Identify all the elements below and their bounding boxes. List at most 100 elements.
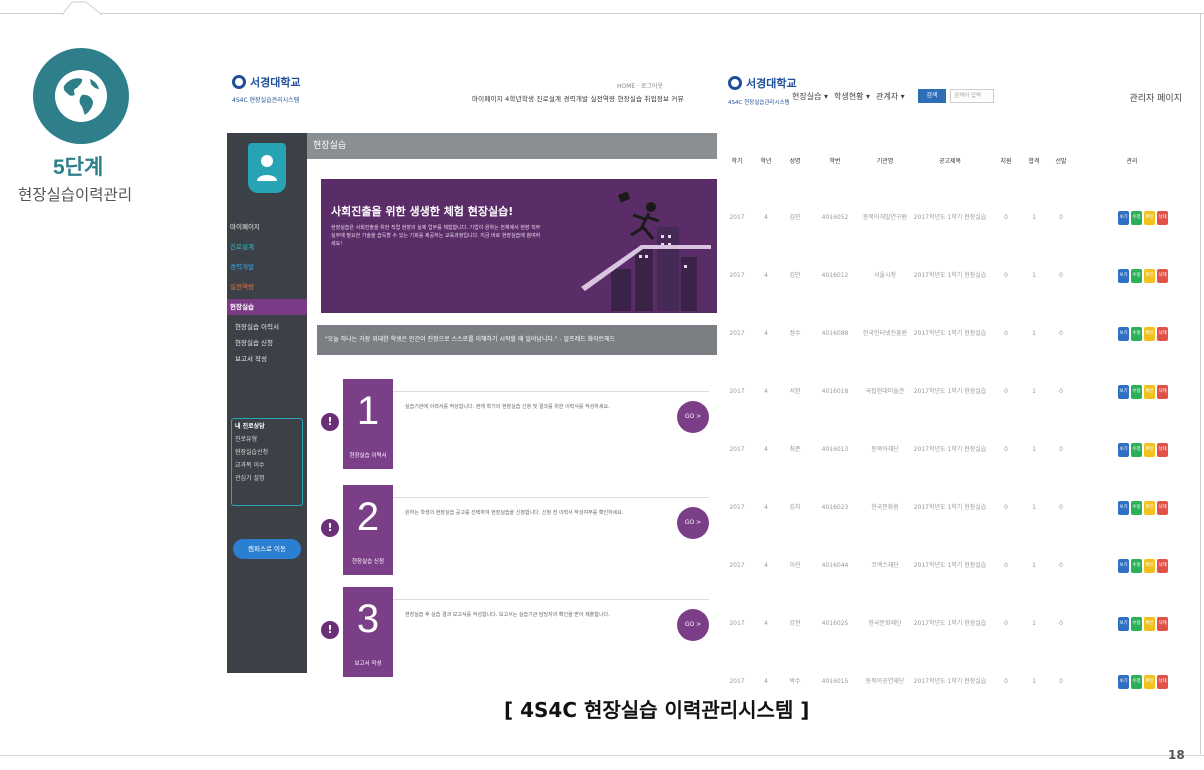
sidebar-item-career-design[interactable]: 진로설계	[227, 239, 307, 255]
table-row[interactable]: 2017 4 이진 4016044 코엑스재단 2017학년도 1학기 현장실습 0 1 0 보기…	[722, 539, 1188, 593]
step-number: 3	[356, 597, 380, 641]
row-action-button[interactable]: 확인	[1144, 617, 1155, 631]
table-cell: 동북아개발연구원	[862, 214, 908, 221]
sidebar-item-career-dev[interactable]: 경력개발	[227, 259, 307, 275]
row-action-button[interactable]: 삭제	[1157, 327, 1168, 341]
sidebar-subitem-apply[interactable]: 현장실습 신청	[227, 335, 307, 351]
row-action-button[interactable]: 보기	[1118, 211, 1129, 225]
row-action-button[interactable]: 확인	[1144, 327, 1155, 341]
row-action-button[interactable]: 삭제	[1157, 675, 1168, 689]
row-action-button[interactable]: 확인	[1144, 269, 1155, 283]
row-action-button[interactable]: 보기	[1118, 675, 1129, 689]
table-row[interactable]: 2017 4 김민 4016012 서울시청 2017학년도 1학기 현장실습 0 1 0 보기 수…	[722, 249, 1188, 303]
row-action-button[interactable]: 보기	[1118, 385, 1129, 399]
go-button[interactable]: GO >	[677, 507, 709, 539]
sidebar-item-mypage[interactable]: 마이페이지	[227, 219, 307, 235]
table-cell: 0	[1004, 272, 1008, 279]
table-row[interactable]: 2017 4 최준 4016013 동북아재단 2017학년도 1학기 현장실습 0 1 0 보기…	[722, 423, 1188, 477]
row-action-button[interactable]: 보기	[1118, 617, 1129, 631]
table-cell: 4016018	[821, 388, 849, 395]
sidebar-item-field-practice[interactable]: 현장실습	[227, 299, 307, 315]
sidebar-item-practical[interactable]: 실전역량	[227, 279, 307, 295]
row-action-button[interactable]: 삭제	[1157, 501, 1168, 515]
row-action-button[interactable]: 삭제	[1157, 269, 1168, 283]
table-cell: 0	[1059, 214, 1063, 221]
go-button[interactable]: GO >	[677, 401, 709, 433]
search-input[interactable]: 검색어 입력	[950, 89, 994, 103]
row-action-button[interactable]: 삭제	[1157, 443, 1168, 457]
table-cell: 2017	[729, 504, 745, 511]
row-action-button[interactable]: 보기	[1118, 559, 1129, 573]
sidebar-subitem-report[interactable]: 보고서 작성	[227, 351, 307, 367]
slide-bottom-border	[0, 755, 1204, 756]
table-cell: 4016025	[821, 620, 849, 627]
row-action-button[interactable]: 수정	[1131, 559, 1142, 573]
table-cell: 1	[1032, 388, 1036, 395]
column-header: 관리	[1126, 158, 1138, 165]
table-cell: 0	[1004, 504, 1008, 511]
row-action-button[interactable]: 보기	[1118, 327, 1129, 341]
step-label: 보고서 작성	[354, 661, 382, 667]
table-cell: 4	[764, 214, 768, 221]
row-action-button[interactable]: 확인	[1144, 675, 1155, 689]
row-action-button[interactable]: 확인	[1144, 385, 1155, 399]
row-action-button[interactable]: 삭제	[1157, 385, 1168, 399]
table-cell: 4016012	[821, 272, 849, 279]
counseling-item[interactable]: 진로유형	[232, 432, 302, 445]
counseling-item[interactable]: 현장실습신청	[232, 445, 302, 458]
row-action-button[interactable]: 수정	[1131, 327, 1142, 341]
admin-portal-screenshot: 서경대학교 4S4C 현장실습관리시스템 현장실습 ▾ 학생현황 ▾ 관계자 ▾…	[722, 63, 1188, 689]
row-action-button[interactable]: 수정	[1131, 211, 1142, 225]
sidebar-subitem-resume[interactable]: 현장실습 이력서	[227, 319, 307, 335]
row-action-button[interactable]: 삭제	[1157, 617, 1168, 631]
table-cell: 4	[764, 272, 768, 279]
go-button[interactable]: GO >	[677, 609, 709, 641]
row-action-button[interactable]: 수정	[1131, 617, 1142, 631]
row-action-button[interactable]: 보기	[1118, 269, 1129, 283]
top-navigation[interactable]: 마이페이지 4학년학생 진로설계 경력개발 실전역량 현장실습 취업정보 커뮤	[472, 93, 684, 103]
table-cell: 0	[1059, 620, 1063, 627]
counseling-item[interactable]: 관심기 설정	[232, 471, 302, 484]
row-action-button[interactable]: 보기	[1118, 501, 1129, 515]
row-action-button[interactable]: 삭제	[1157, 211, 1168, 225]
row-action-button[interactable]: 확인	[1144, 211, 1155, 225]
row-action-button[interactable]: 수정	[1131, 443, 1142, 457]
table-row[interactable]: 2017 4 서현 4016018 국립현대미술관 2017학년도 1학기 현장실습 0 1 0…	[722, 365, 1188, 419]
menu-field-practice[interactable]: 현장실습 ▾	[792, 91, 828, 102]
banner-title: 사회진출을 위한 생생한 체험 현장실습!	[331, 205, 514, 218]
row-action-button[interactable]: 확인	[1144, 443, 1155, 457]
menu-students[interactable]: 학생현황 ▾	[834, 91, 870, 102]
table-cell: 2017	[729, 272, 745, 279]
search-button[interactable]: 검색	[918, 89, 946, 103]
step-number-block[interactable]: 1 현장실습 이력서	[343, 379, 393, 469]
row-action-button[interactable]: 확인	[1144, 501, 1155, 515]
utility-links[interactable]: HOME · 로그아웃	[617, 81, 663, 90]
row-action-button[interactable]: 수정	[1131, 269, 1142, 283]
row-action-button[interactable]: 삭제	[1157, 559, 1168, 573]
table-row[interactable]: 2017 4 김민 4016052 동북아개발연구원 2017학년도 1학기 현장실습 0 1…	[722, 191, 1188, 245]
university-logo-text[interactable]: 서경대학교	[250, 74, 301, 90]
table-cell: 0	[1004, 214, 1008, 221]
row-action-button[interactable]: 확인	[1144, 559, 1155, 573]
table-cell: 0	[1004, 330, 1008, 337]
university-logo-text[interactable]: 서경대학교	[746, 75, 797, 91]
counseling-item[interactable]: 교과목 이수	[232, 458, 302, 471]
step-number-block[interactable]: 2 현장실습 신청	[343, 485, 393, 575]
admin-page-link[interactable]: 관리자 페이지	[1129, 91, 1182, 104]
row-action-button[interactable]: 수정	[1131, 501, 1142, 515]
table-row[interactable]: 2017 4 정수 4016088 한국인터넷진흥원 2017학년도 1학기 현장실습 0 1…	[722, 307, 1188, 361]
table-cell: 4016044	[821, 562, 849, 569]
table-row[interactable]: 2017 4 강현 4016025 한국문화재단 2017학년도 1학기 현장실습 0 1 0 보…	[722, 597, 1188, 651]
row-action-button[interactable]: 보기	[1118, 443, 1129, 457]
university-logo-icon	[232, 75, 246, 89]
row-action-button[interactable]: 수정	[1131, 385, 1142, 399]
menu-stakeholders[interactable]: 관계자 ▾	[876, 91, 905, 102]
table-cell: 4	[764, 504, 768, 511]
table-cell: 2017학년도 1학기 현장실습	[913, 504, 987, 511]
row-action-button[interactable]: 수정	[1131, 675, 1142, 689]
table-row[interactable]: 2017 4 김지 4016023 한국문화원 2017학년도 1학기 현장실습 0 1 0 보기…	[722, 481, 1188, 535]
table-cell: 서현	[789, 388, 801, 395]
step-number-block[interactable]: 3 보고서 작성	[343, 587, 393, 677]
campus-link-button[interactable]: 캠퍼스로 이동	[233, 539, 301, 559]
counseling-panel-title[interactable]: 내 진로상담	[232, 419, 302, 432]
